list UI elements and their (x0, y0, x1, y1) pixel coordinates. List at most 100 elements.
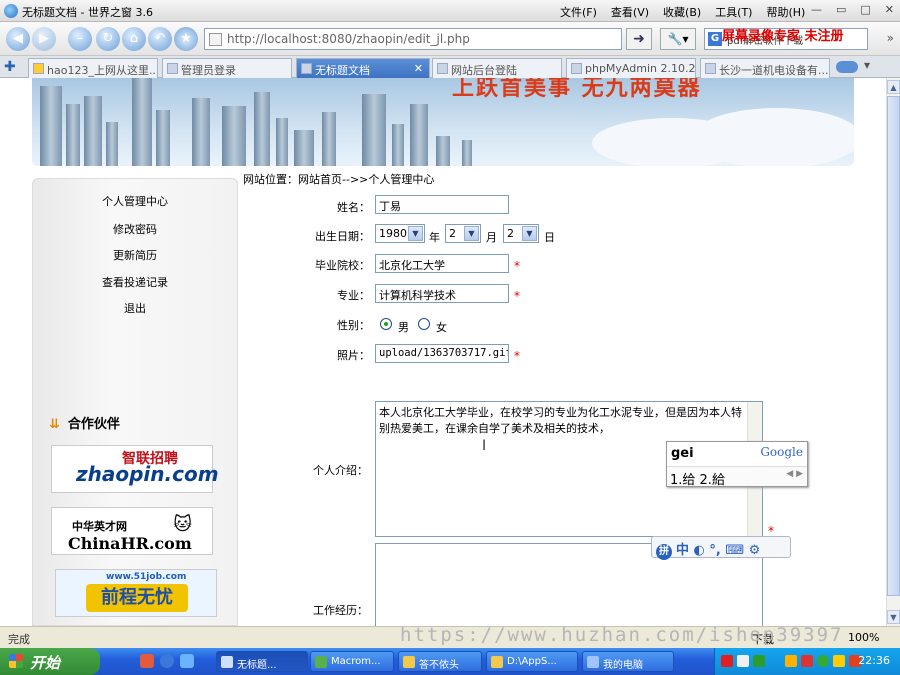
task-macromedia[interactable]: Macrom... (310, 651, 394, 672)
toolbar-more-icon[interactable]: » (887, 31, 894, 45)
tray-icon[interactable] (721, 655, 733, 667)
system-tray: 22:36 (714, 648, 900, 675)
menu-file[interactable]: 文件(F) (560, 4, 597, 20)
major-input[interactable]: 计算机科学技术 (375, 284, 509, 303)
favorites-star-icon[interactable]: ★ (174, 27, 198, 51)
tab-changsha[interactable]: 长沙一道机电设备有... (700, 58, 830, 78)
menu-view[interactable]: 查看(V) (611, 4, 649, 20)
zoom-level[interactable]: 100% (848, 631, 879, 644)
tab-untitled-document[interactable]: 无标题文档 ✕ (296, 58, 430, 78)
menu-bar: 文件(F) 查看(V) 收藏(B) 工具(T) 帮助(H) (560, 4, 805, 20)
breadcrumb: 网站位置：网站首页-->>个人管理中心 (243, 173, 435, 186)
gender-male-radio[interactable] (380, 318, 392, 330)
page-icon (705, 63, 716, 74)
start-button[interactable]: 开始 (0, 648, 100, 675)
task-apps-folder[interactable]: D:\AppS... (486, 651, 578, 672)
school-label: 毕业院校： (315, 259, 370, 272)
name-label: 姓名： (337, 201, 370, 214)
new-tab-icon[interactable]: ✚ (4, 59, 16, 75)
ime-page-arrows-icon[interactable]: ◀ ▶ (786, 469, 803, 479)
tab-label: 长沙一道机电设备有... (719, 64, 829, 77)
sidebar-item-personal-center[interactable]: 个人管理中心 (33, 193, 237, 209)
gender-label: 性别： (337, 319, 370, 332)
restore-icon[interactable]: ▭ (836, 3, 846, 16)
tab-scroll-toggle[interactable] (836, 61, 858, 73)
gender-female-radio[interactable] (418, 318, 430, 330)
tab-hao123[interactable]: hao123_上网从这里... (28, 58, 158, 78)
sidebar: 个人管理中心 修改密码 更新简历 查看投递记录 退出 ⇊ 合作伙伴 智联招聘 zh… (32, 178, 238, 626)
quicklaunch-icon[interactable] (140, 654, 154, 668)
gender-male-label: 男 (398, 321, 409, 334)
forward-arrow-icon[interactable]: ▶ (32, 27, 56, 51)
chevron-down-icon: ▼ (522, 226, 537, 241)
menu-tools[interactable]: 工具(T) (715, 4, 752, 20)
required-mark: * (514, 259, 520, 273)
taskbar: 开始 无标题... Macrom... 答不侬头 D:\AppS... 我的电脑… (0, 648, 900, 675)
partner-logo-zhaopin[interactable]: 智联招聘 zhaopin.com (51, 445, 219, 493)
school-input[interactable]: 北京化工大学 (375, 254, 509, 273)
tab-bar: ✚ hao123_上网从这里... 管理员登录 无标题文档 ✕ 网站后台登陆 ph… (0, 56, 900, 78)
go-button[interactable]: ➜ (626, 28, 652, 50)
refresh-icon[interactable]: ↻ (96, 27, 120, 51)
banner-slogan: 上跃首美事 无九两莫器 (452, 78, 702, 101)
tab-list-icon[interactable]: ▾ (864, 58, 870, 72)
tab-admin-login[interactable]: 管理员登录 (162, 58, 292, 78)
desktop-icon[interactable] (180, 654, 194, 668)
name-input[interactable]: 丁易 (375, 195, 509, 214)
menu-help[interactable]: 帮助(H) (766, 4, 805, 20)
ime-candidate-window: gei Google 1.给 2.給 ◀ ▶ (666, 441, 808, 488)
photo-input[interactable]: upload/1363703717.gif (375, 344, 509, 363)
tab-phpmyadmin[interactable]: phpMyAdmin 2.10.2... (566, 58, 696, 78)
tab-label: 无标题文档 (315, 64, 370, 77)
shop-watermark: https://www.huzhan.com/ishop39397 (400, 624, 844, 646)
partner-logo-51job[interactable]: www.51job.com 前程无忧 (55, 569, 217, 617)
tray-icon[interactable] (817, 655, 829, 667)
sidebar-item-delivery-records[interactable]: 查看投递记录 (33, 274, 237, 290)
tray-icon[interactable] (833, 655, 845, 667)
birth-year-select[interactable]: 1980 ▼ (375, 224, 425, 243)
close-tab-icon[interactable]: ✕ (414, 62, 423, 75)
intro-label: 个人介绍： (313, 464, 368, 477)
birth-month-select[interactable]: 2 ▼ (445, 224, 481, 243)
tray-icon[interactable] (801, 655, 813, 667)
page-scrollbar[interactable]: ▲ ▼ (886, 78, 900, 626)
stop-icon[interactable]: – (68, 27, 92, 51)
birth-day-select[interactable]: 2 ▼ (503, 224, 539, 243)
scroll-thumb[interactable] (887, 96, 900, 596)
address-bar[interactable]: http://localhost:8080/zhaopin/edit_jl.ph… (204, 28, 622, 50)
tools-dropdown-button[interactable]: 🔧▾ (660, 28, 696, 50)
task-untitled[interactable]: 无标题... (216, 651, 308, 672)
ime-logo-icon: 拼 (656, 544, 672, 560)
chevron-down-icon: ▼ (464, 226, 479, 241)
tab-label: 管理员登录 (181, 64, 236, 77)
ie-icon[interactable] (160, 654, 174, 668)
tray-icon[interactable] (753, 655, 765, 667)
page-icon (167, 63, 178, 74)
partner-logo-chinahr[interactable]: 中华英才网 ChinaHR.com 🐱 (51, 507, 213, 555)
menu-favorites[interactable]: 收藏(B) (663, 4, 701, 20)
work-label: 工作经历： (313, 604, 368, 617)
ime-toolbar[interactable]: 拼中 ◐ °, ⌨ ⚙ (651, 536, 791, 560)
back-arrow-icon[interactable]: ◀ (6, 27, 30, 51)
required-mark: * (514, 289, 520, 303)
tray-icon[interactable] (785, 655, 797, 667)
home-icon[interactable]: ⌂ (122, 27, 146, 51)
tab-backend-login[interactable]: 网站后台登陆 (432, 58, 562, 78)
scroll-up-icon[interactable]: ▲ (887, 80, 900, 94)
sidebar-item-logout[interactable]: 退出 (33, 300, 237, 316)
required-mark: * (514, 349, 520, 363)
page-icon (301, 63, 312, 74)
maximize-icon[interactable]: □ (860, 3, 870, 16)
task-folder[interactable]: 答不侬头 (398, 651, 482, 672)
undo-close-icon[interactable]: ↶ (148, 27, 172, 51)
sidebar-item-update-resume[interactable]: 更新简历 (33, 247, 237, 263)
ime-pinyin: gei (671, 446, 694, 461)
scroll-down-icon[interactable]: ▼ (887, 610, 900, 624)
close-icon[interactable]: ✕ (885, 3, 894, 16)
search-engine-icon: G (708, 32, 722, 46)
minimize-icon[interactable]: — (811, 3, 822, 16)
task-my-computer[interactable]: 我的电脑 (582, 651, 674, 672)
window-title: 无标题文档 - 世界之窗 3.6 (22, 6, 153, 19)
sidebar-item-change-password[interactable]: 修改密码 (33, 221, 237, 237)
tray-icon[interactable] (737, 655, 749, 667)
